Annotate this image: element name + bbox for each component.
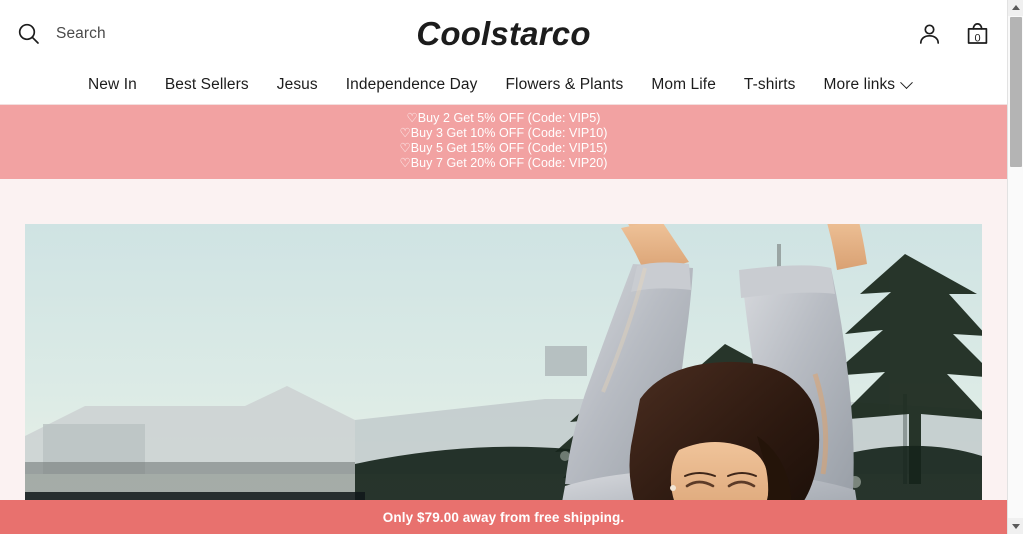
nav-label: Mom Life <box>651 76 716 93</box>
cart-icon[interactable]: 0 <box>964 21 991 48</box>
nav-item-flowers-plants[interactable]: Flowers & Plants <box>505 76 623 96</box>
nav-label: Jesus <box>276 76 318 93</box>
header-actions: 0 <box>916 21 991 48</box>
main-navigation: New In Best Sellers Jesus Independence D… <box>0 68 1007 105</box>
promo-banner: ♡Buy 2 Get 5% OFF (Code: VIP5) ♡Buy 3 Ge… <box>0 105 1007 179</box>
search-bar[interactable]: Search <box>16 21 106 47</box>
nav-label: More links <box>823 76 896 93</box>
scroll-down-arrow[interactable] <box>1008 518 1023 534</box>
hero-section <box>0 179 1007 529</box>
hero-illustration <box>25 224 982 529</box>
nav-item-mom-life[interactable]: Mom Life <box>651 76 716 96</box>
nav-item-new-in[interactable]: New In <box>88 76 137 96</box>
nav-label: New In <box>88 76 137 93</box>
page-content: Search Coolstarco 0 New In Best Sellers … <box>0 0 1007 534</box>
nav-label: Best Sellers <box>164 76 249 93</box>
site-logo-text[interactable]: Coolstarco <box>416 15 590 52</box>
nav-item-best-sellers[interactable]: Best Sellers <box>165 76 249 96</box>
site-header: Search Coolstarco 0 <box>0 0 1007 68</box>
nav-label: T-shirts <box>743 76 796 93</box>
vertical-scrollbar[interactable] <box>1007 0 1023 534</box>
browser-viewport: Search Coolstarco 0 New In Best Sellers … <box>0 0 1023 534</box>
nav-label: Flowers & Plants <box>505 76 624 93</box>
nav-label: Independence Day <box>345 76 478 93</box>
hero-banner-image[interactable] <box>25 224 982 529</box>
promo-line: ♡Buy 7 Get 20% OFF (Code: VIP20) <box>399 156 608 170</box>
nav-item-t-shirts[interactable]: T-shirts <box>744 76 796 96</box>
nav-item-jesus[interactable]: Jesus <box>277 76 318 96</box>
scrollbar-thumb[interactable] <box>1010 17 1022 167</box>
nav-item-more-links[interactable]: More links <box>823 75 914 96</box>
scroll-up-arrow[interactable] <box>1008 0 1023 16</box>
chevron-down-icon <box>900 75 914 89</box>
site-logo: Coolstarco <box>0 15 1007 53</box>
search-icon[interactable] <box>16 21 42 47</box>
nav-item-independence-day[interactable]: Independence Day <box>346 76 478 96</box>
free-shipping-text: Only $79.00 away from free shipping. <box>382 509 625 525</box>
promo-line: ♡Buy 5 Get 15% OFF (Code: VIP15) <box>399 141 608 155</box>
account-icon[interactable] <box>916 21 943 48</box>
free-shipping-bar: Only $79.00 away from free shipping. <box>0 500 1007 534</box>
promo-line: ♡Buy 2 Get 5% OFF (Code: VIP5) <box>406 111 601 125</box>
promo-line: ♡Buy 3 Get 10% OFF (Code: VIP10) <box>399 126 608 140</box>
search-input-placeholder[interactable]: Search <box>56 25 106 43</box>
